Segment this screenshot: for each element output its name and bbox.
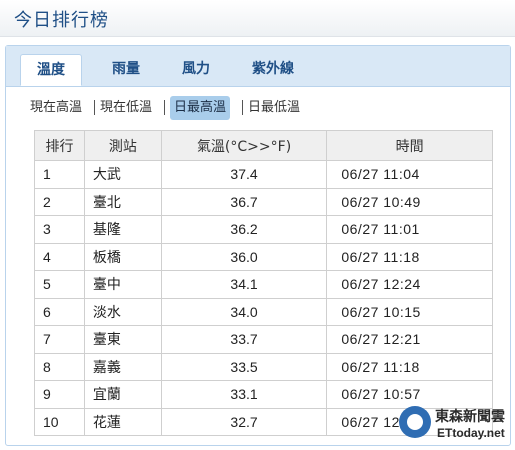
table-row: 3 基隆 36.2 06/27 11:01 (34, 215, 493, 244)
temperature-cell: 33.1 (160, 380, 328, 409)
rank-cell: 7 (34, 325, 85, 354)
rank-cell: 9 (34, 380, 85, 409)
rank-cell: 10 (34, 407, 85, 436)
rank-cell: 8 (34, 352, 85, 381)
column-header-station: 測站 (83, 130, 162, 161)
tab-temperature[interactable]: 溫度 (20, 54, 82, 86)
ranking-table: 排行 測站 氣溫(°C>>°F) 時間 1 大武 37.4 06/27 11:04 2 臺… (34, 130, 493, 436)
rank-cell: 1 (34, 160, 85, 189)
temperature-cell: 36.7 (160, 187, 328, 216)
station-cell: 淡水 (83, 297, 162, 326)
time-cell: 06/27 11:18 (326, 352, 493, 381)
time-cell: 06/27 12:21 (326, 325, 493, 354)
table-row: 8 嘉義 33.5 06/27 11:18 (34, 352, 493, 381)
column-header-time: 時間 (326, 130, 493, 161)
time-cell: 06/27 11:18 (326, 242, 493, 271)
subtab-current-low[interactable]: 現在低溫 (100, 96, 152, 120)
subtab-divider (94, 100, 95, 115)
tab-bar: 溫度 雨量 風力 紫外線 (6, 46, 510, 87)
table-row: 1 大武 37.4 06/27 11:04 (34, 160, 493, 189)
rank-cell: 6 (34, 297, 85, 326)
subtab-daily-high[interactable]: 日最高溫 (170, 96, 231, 120)
station-cell: 板橋 (83, 242, 162, 271)
tab-uv[interactable]: 紫外線 (238, 54, 308, 86)
ettoday-logo-icon (399, 406, 431, 438)
time-cell: 06/27 11:01 (326, 215, 493, 244)
subtab-current-high[interactable]: 現在高溫 (30, 96, 82, 120)
subtab-divider (164, 100, 165, 115)
column-header-temperature[interactable]: 氣溫(°C>>°F) (160, 130, 328, 161)
table-row: 2 臺北 36.7 06/27 10:49 (34, 187, 493, 216)
table-row: 4 板橋 36.0 06/27 11:18 (34, 242, 493, 271)
column-header-rank: 排行 (34, 130, 85, 161)
table-header-row: 排行 測站 氣溫(°C>>°F) 時間 (34, 130, 493, 161)
subtab-divider (242, 100, 243, 115)
table-body: 1 大武 37.4 06/27 11:04 2 臺北 36.7 06/27 10:49 3 基隆 3… (34, 160, 493, 436)
table-row: 5 臺中 34.1 06/27 12:24 (34, 270, 493, 299)
subtab-daily-low[interactable]: 日最低溫 (248, 96, 300, 120)
table-row: 6 淡水 34.0 06/27 10:15 (34, 297, 493, 326)
station-cell: 大武 (83, 160, 162, 189)
time-cell: 06/27 12:24 (326, 270, 493, 299)
watermark-name: 東森新聞雲 (435, 409, 505, 425)
rank-cell: 4 (34, 242, 85, 271)
rank-cell: 3 (34, 215, 85, 244)
ranking-panel: 溫度 雨量 風力 紫外線 現在高溫 現在低溫 日最高溫 日最低溫 排行 測站 氣… (5, 45, 511, 446)
station-cell: 臺中 (83, 270, 162, 299)
station-cell: 基隆 (83, 215, 162, 244)
temperature-cell: 37.4 (160, 160, 328, 189)
temperature-cell: 34.0 (160, 297, 328, 326)
station-cell: 臺北 (83, 187, 162, 216)
title-bar: 今日排行榜 (0, 0, 515, 37)
station-cell: 臺東 (83, 325, 162, 354)
page-title: 今日排行榜 (14, 10, 109, 31)
temperature-cell: 33.7 (160, 325, 328, 354)
time-cell: 06/27 11:04 (326, 160, 493, 189)
station-cell: 嘉義 (83, 352, 162, 381)
temperature-cell: 36.0 (160, 242, 328, 271)
tab-rainfall[interactable]: 雨量 (96, 54, 156, 86)
time-cell: 06/27 10:15 (326, 297, 493, 326)
station-cell: 花蓮 (83, 407, 162, 436)
watermark-site: ETtoday.net (437, 426, 505, 440)
rank-cell: 5 (34, 270, 85, 299)
time-cell: 06/27 10:49 (326, 187, 493, 216)
tab-wind[interactable]: 風力 (166, 54, 226, 86)
table-row: 7 臺東 33.7 06/27 12:21 (34, 325, 493, 354)
ettoday-watermark: 東森新聞雲 ETtoday.net (399, 404, 513, 446)
station-cell: 宜蘭 (83, 380, 162, 409)
temperature-cell: 34.1 (160, 270, 328, 299)
rank-cell: 2 (34, 187, 85, 216)
temperature-cell: 32.7 (160, 407, 328, 436)
temperature-cell: 36.2 (160, 215, 328, 244)
temperature-cell: 33.5 (160, 352, 328, 381)
